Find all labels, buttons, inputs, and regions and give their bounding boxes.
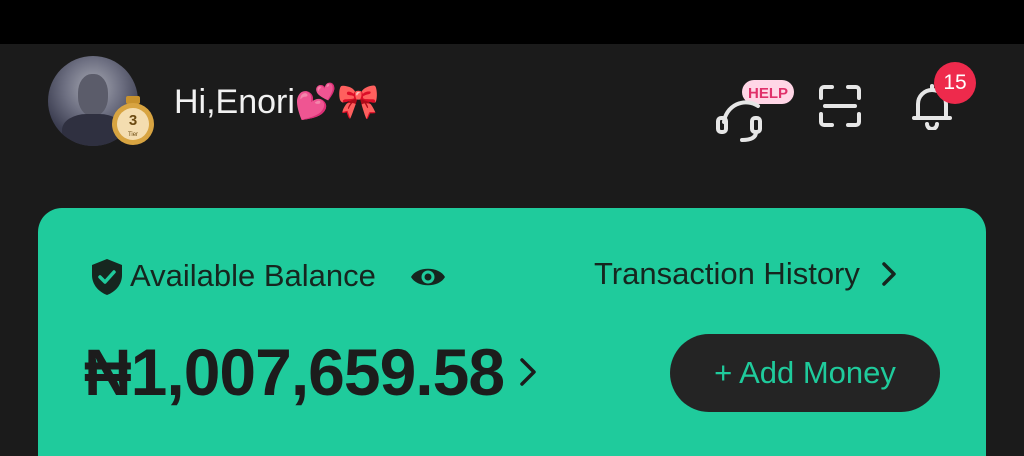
transaction-history-label: Transaction History [594,256,860,291]
eye-icon[interactable] [410,264,446,290]
chevron-right-icon [882,262,896,286]
transaction-history-link[interactable]: Transaction History [594,254,896,294]
chevron-right-icon [520,358,536,386]
add-money-button[interactable]: + Add Money [670,334,940,412]
tier-badge-caption: Tier [128,132,138,138]
app-screen: 3 Tier Hi,Enori💕🎀 HELP 15 Available Bala… [0,44,1024,456]
headset-icon[interactable]: HELP [714,74,800,144]
home-header: 3 Tier Hi,Enori💕🎀 HELP 15 [0,44,1024,174]
available-balance-label: Available Balance [130,258,376,293]
scan-icon[interactable] [818,84,862,128]
balance-amount: ₦1,007,659.58 [84,335,505,409]
notification-count-badge[interactable]: 15 [934,62,976,104]
tier-badge-icon: 3 Tier [112,96,154,145]
shield-check-icon [92,259,122,295]
balance-card: Available Balance Transaction History ₦1… [38,208,986,456]
tier-badge-number: 3 [129,112,137,129]
balance-amount-link[interactable]: ₦1,007,659.58 [84,332,536,412]
greeting-text: Hi,Enori💕🎀 [174,83,380,121]
help-label: HELP [748,85,788,102]
avatar-face [78,74,108,116]
